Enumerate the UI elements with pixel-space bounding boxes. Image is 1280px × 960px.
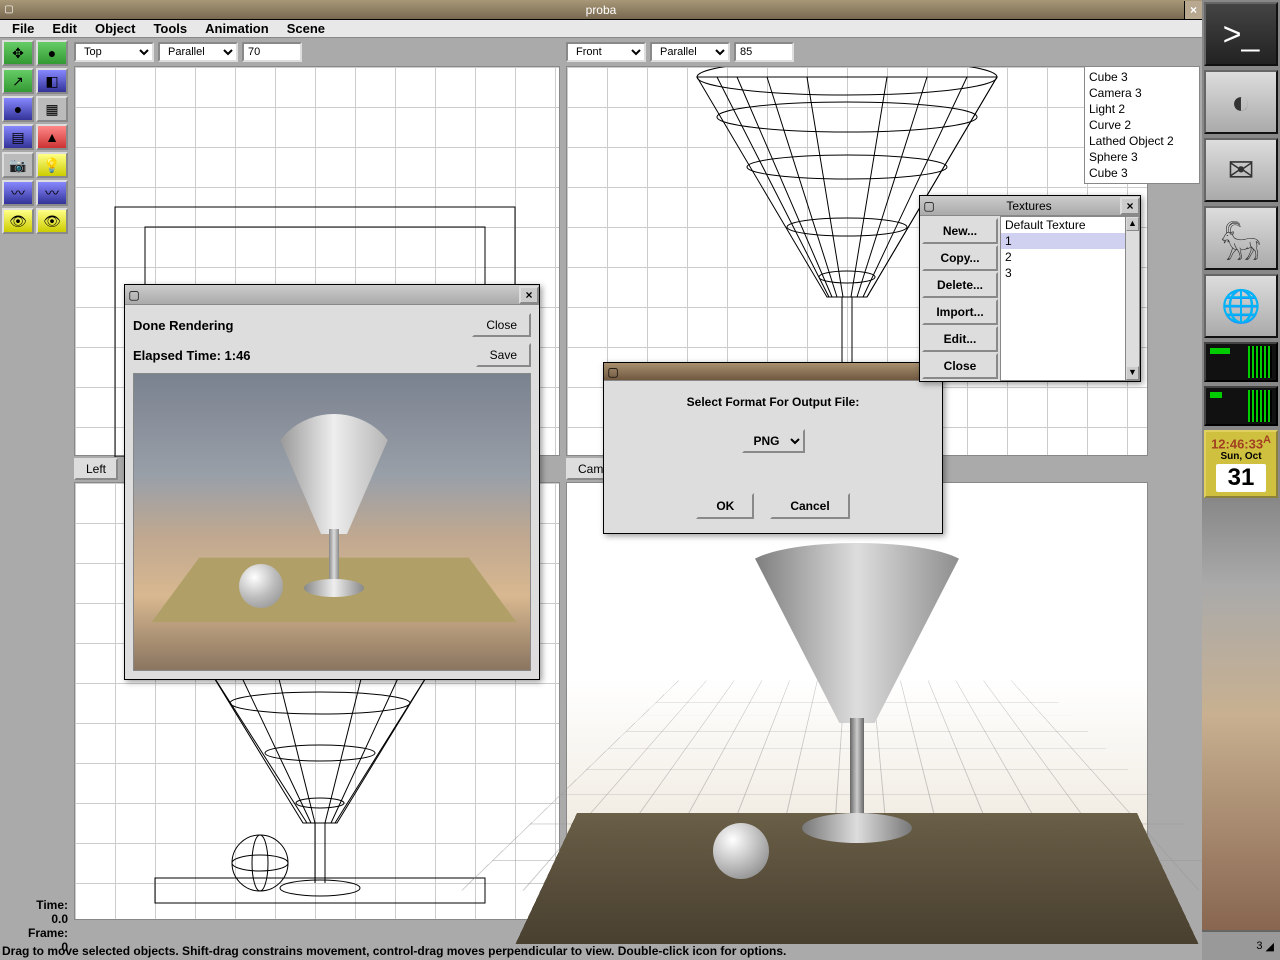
menu-edit[interactable]: Edit (44, 19, 85, 38)
tool-grid-icon[interactable]: ▤ (2, 124, 34, 150)
textures-edit-button[interactable]: Edit... (922, 326, 998, 352)
gnustep-icon[interactable]: ◐ (1204, 70, 1278, 134)
window-menu-icon[interactable]: ▢ (0, 1, 18, 19)
viewport-front-header: Front Parallel (566, 40, 794, 64)
zoom-input-front[interactable] (734, 42, 794, 62)
proj-select-front[interactable]: Parallel (650, 42, 730, 62)
list-item[interactable]: Sphere 3 (1087, 149, 1197, 165)
tool-edit-icon[interactable]: ↗ (2, 68, 34, 94)
list-item[interactable]: Cube 3 (1087, 165, 1197, 181)
window-menu-icon[interactable]: ▢ (125, 288, 143, 302)
scroll-down-icon[interactable]: ▼ (1126, 366, 1139, 380)
tool-cone-icon[interactable]: ▲ (36, 124, 68, 150)
texture-item[interactable]: 3 (1001, 265, 1139, 281)
scene-object-list[interactable]: Cube 3 Camera 3 Light 2 Curve 2 Lathed O… (1084, 66, 1200, 184)
tool-curve-icon[interactable]: 〰 (2, 180, 34, 206)
scroll-up-icon[interactable]: ▲ (1126, 217, 1139, 231)
tool-light-icon[interactable]: 💡 (36, 152, 68, 178)
textures-window[interactable]: ▢ Textures × New... Copy... Delete... Im… (919, 195, 1141, 382)
close-button[interactable]: Close (472, 313, 531, 337)
list-item[interactable]: Camera 3 (1087, 85, 1197, 101)
tool-palette: ✥ ● ↗ ◧ ● ▦ ▤ ▲ 📷 💡 〰 〰 👁 👁 Time: 0.0 Fr… (0, 38, 70, 960)
viewport-camera[interactable] (566, 482, 1148, 920)
menu-object[interactable]: Object (87, 19, 143, 38)
tool-box-icon[interactable]: ▦ (36, 96, 68, 122)
textures-titlebar[interactable]: ▢ Textures × (920, 196, 1140, 216)
mail-icon[interactable]: ✉ (1204, 138, 1278, 202)
clock[interactable]: 12:46:33A Sun, Oct 31 (1204, 430, 1278, 498)
close-icon[interactable]: × (1120, 197, 1140, 215)
textures-import-button[interactable]: Import... (922, 299, 998, 325)
render-titlebar[interactable]: ▢ × (125, 285, 539, 305)
menu-file[interactable]: File (4, 19, 42, 38)
system-meter[interactable] (1204, 342, 1278, 382)
proj-select-top[interactable]: Parallel (158, 42, 238, 62)
view-select-front[interactable]: Front (566, 42, 646, 62)
tool-ball-icon[interactable]: ● (2, 96, 34, 122)
close-icon[interactable]: × (519, 286, 539, 304)
list-item[interactable]: Light 2 (1087, 101, 1197, 117)
titlebar[interactable]: ▢ proba × (0, 0, 1202, 20)
terminal-icon[interactable]: >_ (1204, 2, 1278, 66)
texture-item[interactable]: 2 (1001, 249, 1139, 265)
output-format-dialog[interactable]: ▢ × Select Format For Output File: PNG O… (603, 362, 943, 534)
textures-delete-button[interactable]: Delete... (922, 272, 998, 298)
render-result-window[interactable]: ▢ × Done Rendering Close Elapsed Time: 1… (124, 284, 540, 680)
viewport-left-tab[interactable]: Left (74, 458, 118, 480)
menubar: File Edit Object Tools Animation Scene (0, 20, 1202, 38)
textures-title: Textures (938, 199, 1120, 213)
tool-camera-icon[interactable]: 📷 (2, 152, 34, 178)
frame-label: Frame: (2, 926, 68, 940)
list-item[interactable]: Cube 3 (1087, 69, 1197, 85)
texture-item[interactable]: 1 (1001, 233, 1139, 249)
zoom-input-top[interactable] (242, 42, 302, 62)
tool-eye-move-icon[interactable]: 👁 (2, 208, 34, 234)
textures-new-button[interactable]: New... (922, 218, 998, 244)
dock-background (1202, 500, 1280, 930)
time-label: Time: (2, 898, 68, 912)
time-value: 0.0 (2, 912, 68, 926)
menu-scene[interactable]: Scene (279, 19, 333, 38)
menu-animation[interactable]: Animation (197, 19, 277, 38)
clock-time: 12:46:33 (1211, 436, 1263, 451)
list-item[interactable]: Curve 2 (1087, 117, 1197, 133)
globe-icon[interactable]: 🌐 (1204, 274, 1278, 338)
ok-button[interactable]: OK (696, 493, 754, 519)
window-menu-icon[interactable]: ▢ (920, 199, 938, 213)
render-status: Done Rendering (133, 318, 472, 333)
camera-ball (713, 823, 769, 879)
camera-table (516, 813, 1199, 944)
window-menu-icon[interactable]: ▢ (604, 365, 622, 379)
render-preview (133, 373, 531, 671)
view-select-top[interactable]: Top (74, 42, 154, 62)
textures-list[interactable]: Default Texture 1 2 3 ▲ ▼ (1000, 216, 1140, 381)
format-titlebar[interactable]: ▢ × (604, 363, 942, 381)
viewport-top-header: Top Parallel (74, 40, 302, 64)
tool-eye-rotate-icon[interactable]: 👁 (36, 208, 68, 234)
dock-tray[interactable]: 3 ◢ (1202, 930, 1280, 960)
tool-cube-icon[interactable]: ◧ (36, 68, 68, 94)
format-message: Select Format For Output File: (618, 395, 928, 409)
gnu-icon[interactable]: 𓃵 (1204, 206, 1278, 270)
format-select[interactable]: PNG (742, 429, 805, 453)
menu-tools[interactable]: Tools (145, 19, 195, 38)
close-icon[interactable]: × (1184, 1, 1202, 19)
system-meter[interactable] (1204, 386, 1278, 426)
clock-date: Sun, Oct (1208, 451, 1274, 462)
tool-move-icon[interactable]: ✥ (2, 40, 34, 66)
textures-close-button[interactable]: Close (922, 353, 998, 379)
render-elapsed: Elapsed Time: 1:46 (133, 348, 476, 363)
list-item[interactable]: Lathed Object 2 (1087, 133, 1197, 149)
tool-curve2-icon[interactable]: 〰 (36, 180, 68, 206)
scrollbar[interactable]: ▲ ▼ (1125, 217, 1139, 380)
cancel-button[interactable]: Cancel (770, 493, 849, 519)
dock: >_ ◐ ✉ 𓃵 🌐 12:46:33A Sun, Oct 31 3 ◢ (1202, 0, 1280, 960)
tool-sphere-icon[interactable]: ● (36, 40, 68, 66)
textures-copy-button[interactable]: Copy... (922, 245, 998, 271)
window-title: proba (18, 3, 1184, 17)
status-hint: Drag to move selected objects. Shift-dra… (2, 944, 1200, 958)
save-button[interactable]: Save (476, 343, 531, 367)
clock-day: 31 (1216, 464, 1266, 492)
texture-item[interactable]: Default Texture (1001, 217, 1139, 233)
